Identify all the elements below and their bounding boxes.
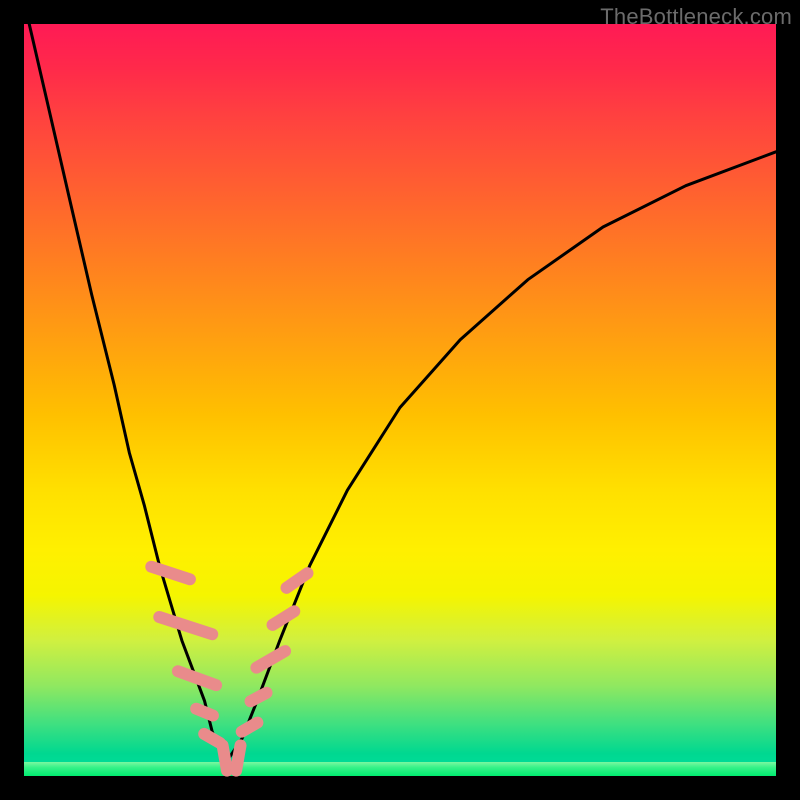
marker-bead bbox=[248, 643, 293, 676]
curve-right-branch bbox=[227, 152, 776, 761]
chart-frame bbox=[24, 24, 776, 776]
marker-bead bbox=[144, 559, 198, 587]
marker-bead bbox=[278, 565, 316, 596]
marker-bead bbox=[229, 738, 247, 777]
watermark-text: TheBottleneck.com bbox=[600, 4, 792, 30]
curve-left-branch bbox=[24, 1, 227, 761]
marker-bead bbox=[170, 664, 224, 693]
chart-svg bbox=[24, 24, 776, 776]
marker-bead bbox=[152, 609, 220, 641]
marker-beads bbox=[144, 559, 316, 777]
marker-bead bbox=[242, 685, 274, 710]
bottleneck-curve bbox=[24, 1, 776, 761]
